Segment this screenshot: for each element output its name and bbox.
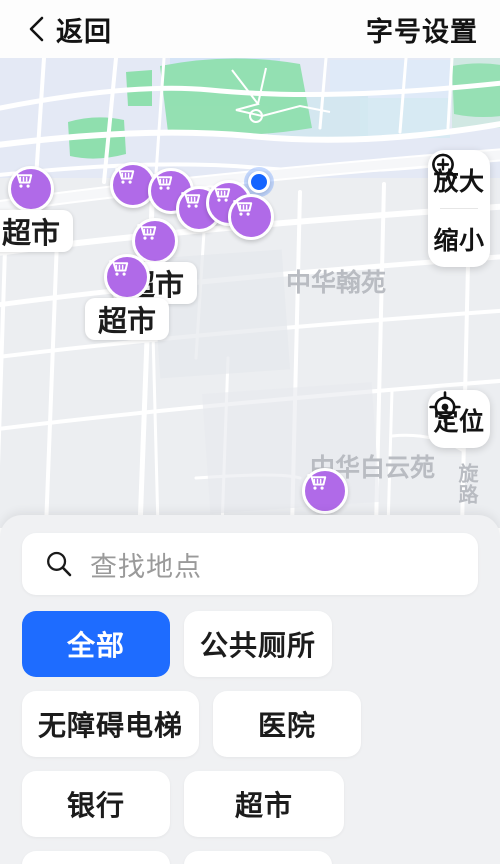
back-label: 返回	[56, 16, 112, 47]
back-button[interactable]: 返回	[28, 10, 112, 49]
shopping-cart-icon	[181, 192, 201, 208]
zoom-out-button[interactable]: 缩小	[428, 153, 490, 267]
app-header: 返回 字号设置	[0, 0, 500, 58]
shopping-cart-icon	[109, 260, 129, 276]
search-placeholder: 查找地点	[90, 551, 202, 582]
bottom-sheet: 查找地点 全部 公共厕所 无障碍电梯 医院 银行 超市 幼儿园 公园	[0, 515, 500, 864]
poi-pin[interactable]	[302, 468, 348, 514]
shopping-cart-icon	[153, 174, 173, 190]
category-chip-kindergarten[interactable]: 幼儿园	[22, 851, 170, 864]
map-zoom-controls: 放大 缩小	[428, 150, 490, 267]
map-poi-marker[interactable]	[228, 194, 274, 240]
poi-label: 超市	[0, 210, 73, 252]
poi-pin[interactable]	[228, 194, 274, 240]
category-chip-hospital[interactable]: 医院	[213, 691, 362, 757]
magnifier-minus-icon	[432, 153, 457, 179]
map-poi-marker[interactable]: 超市	[0, 166, 73, 252]
map-canvas[interactable]: 中华翰苑 中华白云苑 旋路 超市 超市 超市 放大 缩小 定位	[0, 58, 500, 528]
shopping-cart-icon	[307, 474, 327, 490]
crosshair-target-icon	[429, 391, 461, 423]
shopping-cart-icon	[233, 200, 253, 216]
category-chip-bank[interactable]: 银行	[22, 771, 170, 837]
shopping-cart-icon	[115, 168, 135, 184]
search-icon	[47, 551, 72, 577]
map-poi-marker[interactable]	[302, 468, 348, 514]
poi-pin[interactable]	[8, 166, 54, 212]
locate-button[interactable]: 定位	[428, 390, 490, 448]
category-chip-public-toilet[interactable]: 公共厕所	[184, 611, 333, 677]
category-chip-all[interactable]: 全部	[22, 611, 170, 677]
poi-pin[interactable]	[104, 254, 150, 300]
category-chip-supermarket[interactable]: 超市	[184, 771, 344, 837]
search-input[interactable]: 查找地点	[22, 533, 478, 595]
chevron-left-icon	[29, 16, 44, 42]
map-basemap	[0, 58, 500, 528]
map-poi-marker[interactable]: 超市	[85, 254, 169, 340]
map-locate-control: 定位	[428, 390, 490, 448]
category-chip-accessible-elevator[interactable]: 无障碍电梯	[22, 691, 200, 757]
page-title: 字号设置	[366, 16, 478, 47]
shopping-cart-icon	[137, 224, 157, 240]
category-chip-park[interactable]: 公园	[184, 851, 332, 864]
category-chip-list: 全部 公共厕所 无障碍电梯 医院 银行 超市 幼儿园 公园	[22, 611, 478, 864]
poi-label: 超市	[85, 298, 169, 340]
shopping-cart-icon	[13, 172, 33, 188]
zoom-out-label: 缩小	[433, 227, 485, 255]
page-root: 返回 字号设置 中华翰苑 中华白云苑 旋路 超市 超市 超市 放大 缩小 定位 …	[0, 0, 500, 864]
